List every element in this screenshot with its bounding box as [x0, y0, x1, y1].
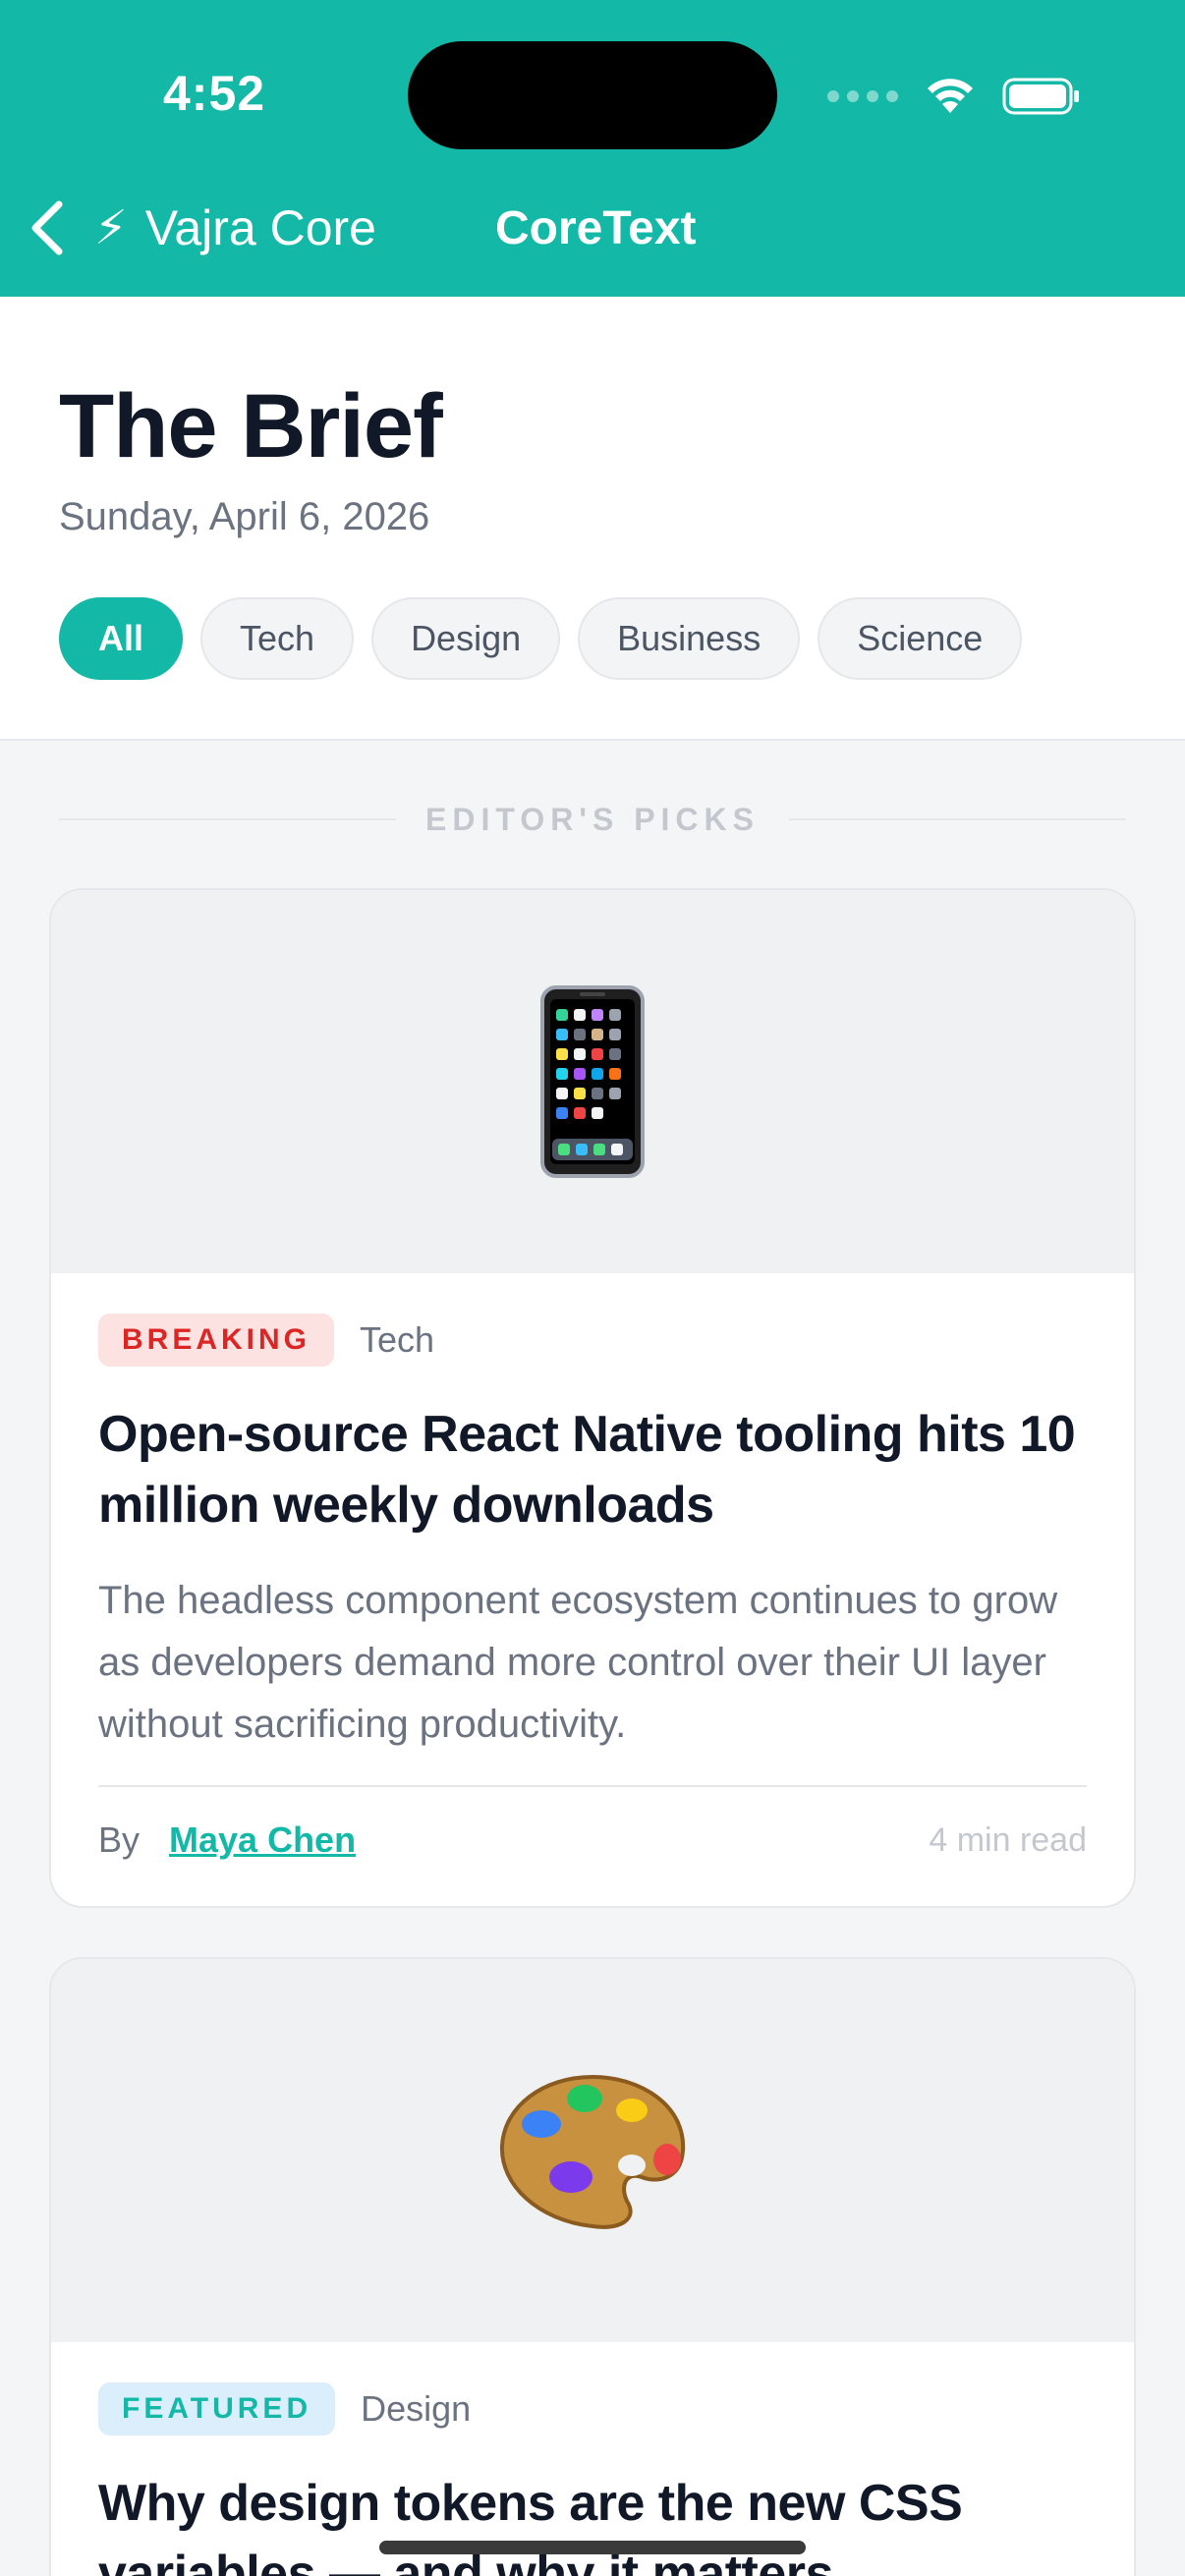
- article-summary: The headless component ecosystem continu…: [98, 1579, 1058, 1746]
- article-meta: FEATURED Design: [98, 2381, 1087, 2436]
- lightning-bolt-icon: ⚡: [94, 202, 128, 254]
- category-filter: All Tech Design Business Science: [59, 597, 1023, 680]
- article-headline[interactable]: Why design tokens are the new CSS variab…: [98, 2468, 1087, 2576]
- filter-chip-tech[interactable]: Tech: [200, 597, 355, 680]
- article-meta: BREAKING Tech: [98, 1313, 1087, 1368]
- back-button[interactable]: [22, 196, 73, 259]
- page-title: The Brief: [59, 376, 443, 476]
- article-card[interactable]: FEATURED Design Why design tokens are th…: [49, 1957, 1136, 2576]
- page-header: The Brief Sunday, April 6, 2026 All Tech…: [0, 297, 1185, 741]
- article-category: Design: [361, 2388, 472, 2429]
- article-category: Tech: [360, 1319, 435, 1360]
- status-time: 4:52: [163, 66, 266, 121]
- filter-chip-science[interactable]: Science: [818, 597, 1023, 680]
- article-headline[interactable]: Open-source React Native tooling hits 10…: [98, 1399, 1087, 1540]
- status-badge: FEATURED: [98, 2382, 336, 2436]
- screen: 4:52 ⚡ Vajra Core CoreText The Brief Sun…: [0, 0, 1185, 2576]
- cellular-signal-icon: [827, 90, 898, 102]
- wifi-icon: [926, 78, 975, 115]
- article-body: BREAKING Tech Open-source React Native t…: [51, 1273, 1134, 1893]
- author-link[interactable]: Maya Chen: [169, 1820, 356, 1861]
- article-image: [51, 1959, 1134, 2342]
- battery-icon: [1002, 77, 1081, 116]
- section-header: EDITOR'S PICKS: [59, 792, 1127, 847]
- home-indicator[interactable]: [379, 2541, 806, 2554]
- chevron-left-icon: [31, 200, 63, 255]
- divider-line: [788, 818, 1127, 820]
- status-indicators: [827, 73, 1081, 120]
- filter-chip-business[interactable]: Business: [578, 597, 801, 680]
- section-label: EDITOR'S PICKS: [425, 801, 760, 837]
- top-bar: 4:52 ⚡ Vajra Core CoreText: [0, 0, 1185, 297]
- filter-chip-all[interactable]: All: [59, 597, 184, 680]
- dynamic-island: [408, 41, 777, 149]
- filter-chip-design[interactable]: Design: [371, 597, 561, 680]
- app-switcher[interactable]: ⚡ Vajra Core: [94, 196, 376, 259]
- article-byline: By Maya Chen 4 min read: [98, 1787, 1087, 1893]
- byline-prefix: By: [98, 1820, 141, 1860]
- artist-palette-icon: [499, 2074, 686, 2229]
- status-badge: BREAKING: [98, 1314, 335, 1367]
- divider-line: [59, 818, 397, 820]
- page-date: Sunday, April 6, 2026: [59, 495, 430, 538]
- read-time: 4 min read: [929, 1820, 1087, 1859]
- article-image: [51, 890, 1134, 1273]
- article-card[interactable]: BREAKING Tech Open-source React Native t…: [49, 888, 1136, 1908]
- mobile-phone-icon: [540, 985, 645, 1178]
- app-name: Vajra Core: [144, 200, 376, 255]
- nav-title: CoreText: [495, 201, 697, 254]
